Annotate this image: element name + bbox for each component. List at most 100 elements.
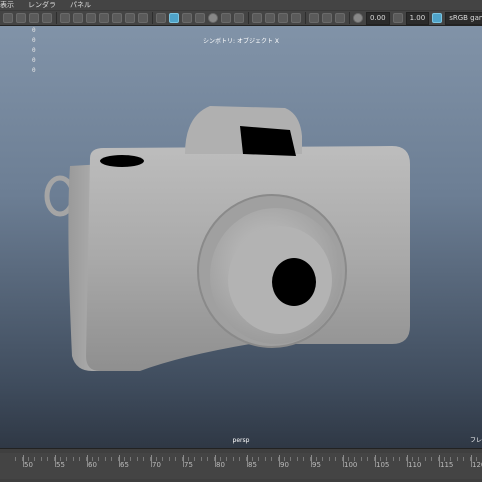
lens-opening (272, 258, 316, 306)
timeline-minor-tick (425, 457, 426, 461)
timeline-frame-label: 105 (376, 461, 390, 469)
anti-aliasing-icon[interactable] (265, 13, 275, 23)
color-management-icon[interactable] (432, 13, 443, 23)
timeline-minor-tick (303, 457, 304, 461)
time-slider-ticks: 50 55 60 65 70 75 80 85 90 95 100 105 110 115 120 (0, 453, 482, 479)
gamma-icon[interactable] (392, 13, 403, 23)
timeline-frame-label: 80 (216, 461, 225, 469)
gamma-field[interactable]: 1.00 (405, 11, 430, 25)
timeline-minor-tick (66, 457, 67, 461)
camera-model[interactable] (0, 26, 482, 448)
toolbar-divider (152, 12, 153, 24)
timeline-minor-tick (393, 457, 394, 461)
timeline-minor-tick (34, 457, 35, 461)
timeline-minor-tick (47, 457, 48, 461)
wireframe-on-shaded-icon[interactable] (182, 13, 192, 23)
screen-space-ao-icon[interactable] (234, 13, 244, 23)
menu-view[interactable]: 表示 (0, 0, 14, 10)
timeline-minor-tick (194, 457, 195, 461)
timeline-minor-tick (169, 457, 170, 461)
timeline-frame-label: 120 (472, 461, 482, 469)
safe-action-icon[interactable] (125, 13, 135, 23)
toolbar-divider (305, 12, 306, 24)
timeline-minor-tick (130, 457, 131, 461)
timeline-minor-tick (98, 457, 99, 461)
timeline-frame-label: 70 (152, 461, 161, 469)
timeline-minor-tick (111, 457, 112, 461)
timeline-minor-tick (226, 457, 227, 461)
timeline-frame-label: 110 (408, 461, 422, 469)
textured-icon[interactable] (195, 13, 205, 23)
timeline-minor-tick (265, 457, 266, 461)
timeline-minor-tick (335, 457, 336, 461)
backface-culling-icon[interactable] (335, 13, 345, 23)
smooth-shade-icon[interactable] (169, 13, 179, 23)
toolbar-divider (56, 12, 57, 24)
timeline-frame-label: 115 (440, 461, 454, 469)
toolbar-divider (248, 12, 249, 24)
timeline-minor-tick (457, 457, 458, 461)
field-chart-icon[interactable] (112, 13, 122, 23)
timeline-minor-tick (143, 457, 144, 461)
timeline-minor-tick (239, 457, 240, 461)
timeline-frame-label: 95 (312, 461, 321, 469)
isolate-select-icon[interactable] (291, 13, 301, 23)
timeline-minor-tick (361, 457, 362, 461)
exposure-field[interactable]: 0.00 (366, 11, 390, 25)
grid-icon[interactable] (60, 13, 70, 23)
timeline-frame-label: 55 (56, 461, 65, 469)
image-plane-icon[interactable] (42, 13, 52, 23)
depth-of-field-icon[interactable] (278, 13, 288, 23)
timeline-frame-label: 60 (88, 461, 97, 469)
timeline-minor-tick (162, 457, 163, 461)
timeline-frame-label: 85 (248, 461, 257, 469)
timeline-minor-tick (233, 457, 234, 461)
timeline-minor-tick (207, 457, 208, 461)
timeline-minor-tick (15, 457, 16, 461)
toolbar-divider (349, 12, 350, 24)
xray-joints-icon[interactable] (322, 13, 332, 23)
viewfinder-window (240, 126, 296, 156)
motion-blur-icon[interactable] (252, 13, 262, 23)
timeline-minor-tick (322, 457, 323, 461)
menu-bar: 表示 レンダラ パネル (0, 0, 482, 10)
shadows-icon[interactable] (221, 13, 231, 23)
timeline-minor-tick (41, 457, 42, 461)
timeline-minor-tick (271, 457, 272, 461)
film-gate-icon[interactable] (73, 13, 83, 23)
menu-renderer[interactable]: レンダラ (28, 0, 56, 10)
timeline-minor-tick (290, 457, 291, 461)
bookmark-icon[interactable] (29, 13, 39, 23)
timeline-minor-tick (367, 457, 368, 461)
frame-rate-label: フレ (469, 437, 482, 444)
menu-panels[interactable]: パネル (70, 0, 91, 10)
safe-title-icon[interactable] (138, 13, 148, 23)
select-camera-icon[interactable] (3, 13, 13, 23)
lighting-icon[interactable] (208, 13, 218, 23)
camera-name-label: persp (232, 437, 250, 444)
timeline-minor-tick (137, 457, 138, 461)
timeline-minor-tick (79, 457, 80, 461)
timeline-minor-tick (105, 457, 106, 461)
timeline-minor-tick (463, 457, 464, 461)
time-slider[interactable]: 50 55 60 65 70 75 80 85 90 95 100 105 110 115 120 (0, 448, 482, 482)
wireframe-icon[interactable] (156, 13, 166, 23)
shutter-button-hole (100, 155, 144, 167)
gate-mask-icon[interactable] (99, 13, 109, 23)
viewport-toolbar: 0.00 1.00 sRGB gamma (leg (0, 10, 482, 26)
timeline-minor-tick (399, 457, 400, 461)
timeline-minor-tick (431, 457, 432, 461)
xray-icon[interactable] (309, 13, 319, 23)
timeline-minor-tick (73, 457, 74, 461)
timeline-frame-label: 65 (120, 461, 129, 469)
camera-attributes-icon[interactable] (16, 13, 26, 23)
timeline-minor-tick (297, 457, 298, 461)
3d-viewport[interactable]: 0 0 0 0 0 シンボトリ: オブジェクト X persp フレ (0, 26, 482, 448)
exposure-icon[interactable] (353, 13, 363, 23)
timeline-frame-label: 75 (184, 461, 193, 469)
view-transform-dropdown[interactable]: sRGB gamma (leg (445, 11, 482, 25)
resolution-gate-icon[interactable] (86, 13, 96, 23)
timeline-frame-label: 90 (280, 461, 289, 469)
timeline-minor-tick (258, 457, 259, 461)
timeline-minor-tick (201, 457, 202, 461)
